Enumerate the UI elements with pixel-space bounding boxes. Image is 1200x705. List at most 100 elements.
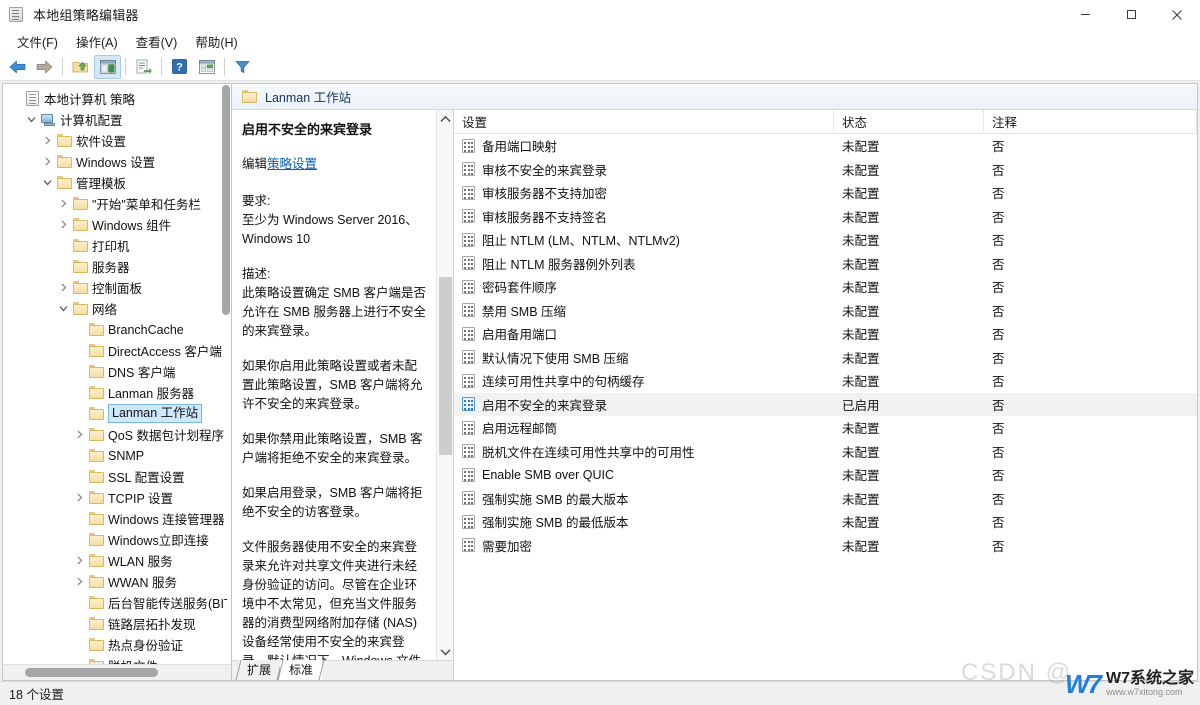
view-tabs: 扩展 标准	[232, 660, 453, 680]
tree-item[interactable]: DNS 客户端	[3, 361, 231, 382]
tab-extended[interactable]: 扩展	[238, 660, 281, 680]
chevron-right-icon[interactable]	[71, 556, 87, 565]
help-button[interactable]: ?	[166, 55, 193, 79]
table-row[interactable]: 需要加密 未配置 否	[454, 534, 1197, 558]
tree-item[interactable]: 网络	[3, 298, 231, 319]
description-vertical-scrollbar[interactable]	[436, 110, 453, 660]
tab-standard[interactable]: 标准	[280, 660, 323, 680]
tree-item[interactable]: WWAN 服务	[3, 571, 231, 592]
description-scroll-thumb[interactable]	[438, 277, 452, 455]
properties-button[interactable]	[193, 55, 220, 79]
column-header-comment[interactable]: 注释	[984, 109, 1197, 134]
table-row[interactable]: 强制实施 SMB 的最大版本 未配置 否	[454, 487, 1197, 511]
tree-item[interactable]: Windows 组件	[3, 214, 231, 235]
tree-item-label: 链路层拓扑发现	[108, 618, 196, 632]
setting-name: 强制实施 SMB 的最大版本	[482, 492, 629, 507]
tree-item[interactable]: 脱机文件	[3, 655, 231, 664]
table-row[interactable]: 审核不安全的来宾登录 未配置 否	[454, 158, 1197, 182]
tree-item[interactable]: 打印机	[3, 235, 231, 256]
table-row[interactable]: 备用端口映射 未配置 否	[454, 134, 1197, 158]
filter-button[interactable]	[229, 55, 256, 79]
tree-item[interactable]: 本地计算机 策略	[3, 88, 231, 109]
tree-horizontal-scrollbar[interactable]	[3, 664, 231, 680]
chevron-right-icon[interactable]	[55, 220, 71, 229]
chevron-down-icon[interactable]	[39, 178, 55, 187]
maximize-button[interactable]	[1108, 0, 1154, 29]
table-row[interactable]: 阻止 NTLM (LM、NTLM、NTLMv2) 未配置 否	[454, 228, 1197, 252]
table-row[interactable]: 脱机文件在连续可用性共享中的可用性 未配置 否	[454, 440, 1197, 464]
tree-item[interactable]: 热点身份验证	[3, 634, 231, 655]
chevron-down-icon[interactable]	[55, 304, 71, 313]
description-paragraph-5: 文件服务器使用不安全的来宾登录来允许对共享文件夹进行未经身份验证的访问。尽管在企…	[242, 540, 421, 660]
settings-list[interactable]: 备用端口映射 未配置否审核不安全的来宾登录 未配置否审核服务器不支持加密 未配置否审核…	[454, 134, 1197, 680]
chevron-down-icon[interactable]	[23, 115, 39, 124]
tree-item[interactable]: "开始"菜单和任务栏	[3, 193, 231, 214]
back-button[interactable]	[4, 55, 31, 79]
menu-file[interactable]: 文件(F)	[8, 30, 67, 53]
minimize-button[interactable]	[1062, 0, 1108, 29]
menu-help[interactable]: 帮助(H)	[186, 30, 246, 53]
column-header-setting[interactable]: 设置	[454, 109, 834, 134]
forward-button[interactable]	[31, 55, 58, 79]
tree-item[interactable]: 计算机配置	[3, 109, 231, 130]
table-row[interactable]: 审核服务器不支持加密 未配置 否	[454, 181, 1197, 205]
table-row[interactable]: 禁用 SMB 压缩 未配置 否	[454, 299, 1197, 323]
edit-policy-link[interactable]: 策略设置	[267, 157, 317, 171]
tree-item[interactable]: WLAN 服务	[3, 550, 231, 571]
table-row[interactable]: 强制实施 SMB 的最低版本 未配置 否	[454, 510, 1197, 534]
table-row[interactable]: 密码套件顺序 未配置 否	[454, 275, 1197, 299]
tree-item[interactable]: 软件设置	[3, 130, 231, 151]
menu-action[interactable]: 操作(A)	[67, 30, 127, 53]
chevron-right-icon[interactable]	[71, 430, 87, 439]
forward-arrow-icon	[36, 60, 53, 73]
computer-icon	[39, 113, 57, 126]
table-row[interactable]: 连续可用性共享中的句柄缓存 未配置 否	[454, 369, 1197, 393]
menu-view[interactable]: 查看(V)	[127, 30, 187, 53]
tree-item-label: SSL 配置设置	[108, 471, 185, 485]
tree-item[interactable]: DirectAccess 客户端	[3, 340, 231, 361]
tree-item[interactable]: Windows立即连接	[3, 529, 231, 550]
chevron-right-icon[interactable]	[71, 493, 87, 502]
tree-item[interactable]: Lanman 服务器	[3, 382, 231, 403]
chevron-right-icon[interactable]	[55, 283, 71, 292]
table-row[interactable]: 启用备用端口 未配置 否	[454, 322, 1197, 346]
table-row[interactable]: 审核服务器不支持签名 未配置 否	[454, 205, 1197, 229]
tree-item[interactable]: TCPIP 设置	[3, 487, 231, 508]
table-row[interactable]: 启用不安全的来宾登录 已启用 否	[454, 392, 1197, 416]
chevron-right-icon[interactable]	[39, 157, 55, 166]
table-row[interactable]: 默认情况下使用 SMB 压缩 未配置 否	[454, 346, 1197, 370]
cell-status: 未配置	[842, 187, 880, 202]
description-scroll-track[interactable]	[437, 127, 454, 643]
cell-setting: 强制实施 SMB 的最大版本	[454, 489, 834, 508]
tree-item[interactable]: 后台智能传送服务(BITS)	[3, 592, 231, 613]
tree-hscroll-thumb[interactable]	[25, 668, 158, 677]
table-row[interactable]: 启用远程邮筒 未配置 否	[454, 416, 1197, 440]
chevron-right-icon[interactable]	[71, 577, 87, 586]
scroll-up-button[interactable]	[437, 110, 454, 127]
tree-item[interactable]: 链路层拓扑发现	[3, 613, 231, 634]
show-hide-tree-button[interactable]	[94, 54, 121, 79]
tree-item[interactable]: Lanman 工作站	[3, 403, 231, 424]
up-folder-button[interactable]	[67, 55, 94, 79]
scroll-down-button[interactable]	[437, 643, 454, 660]
tree-vertical-scrollbar[interactable]	[222, 85, 230, 315]
tree-item[interactable]: 服务器	[3, 256, 231, 277]
tree-item[interactable]: Windows 连接管理器	[3, 508, 231, 529]
table-row[interactable]: Enable SMB over QUIC 未配置 否	[454, 463, 1197, 487]
export-list-button[interactable]	[130, 55, 157, 79]
requirements-label: 要求:	[242, 194, 271, 208]
chevron-right-icon[interactable]	[55, 199, 71, 208]
toolbar-separator-2	[125, 57, 126, 76]
table-row[interactable]: 阻止 NTLM 服务器例外列表 未配置 否	[454, 252, 1197, 276]
chevron-right-icon[interactable]	[39, 136, 55, 145]
tree-item[interactable]: SNMP	[3, 445, 231, 466]
tree-item[interactable]: 管理模板	[3, 172, 231, 193]
tree-item[interactable]: QoS 数据包计划程序	[3, 424, 231, 445]
tree-item[interactable]: SSL 配置设置	[3, 466, 231, 487]
tree-item[interactable]: BranchCache	[3, 319, 231, 340]
tree-item[interactable]: Windows 设置	[3, 151, 231, 172]
console-tree[interactable]: 本地计算机 策略 计算机配置 软件设置 Windows 设置 管理模板 "开始"菜单和任务…	[3, 84, 231, 664]
close-button[interactable]	[1154, 0, 1200, 29]
column-header-status[interactable]: 状态	[834, 109, 984, 134]
tree-item[interactable]: 控制面板	[3, 277, 231, 298]
